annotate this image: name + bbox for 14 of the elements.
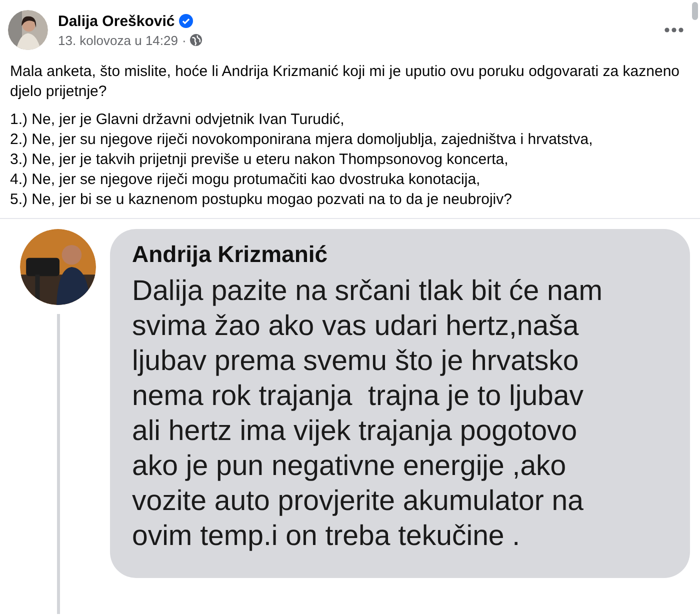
- poll-option-text: 2.) Ne, jer su njegove riječi novokomponirana mjera domoljublja, zajedništva i hrvatstva,: [10, 130, 594, 150]
- globe-icon: [190, 34, 202, 46]
- scrollbar-thumb[interactable]: [692, 2, 698, 20]
- post-timestamp[interactable]: 13. kolovoza u 14:29: [58, 32, 178, 48]
- more-options-icon[interactable]: [664, 27, 684, 33]
- separator: ·: [182, 32, 186, 48]
- comment-text: Dalija pazite na srčani tlak bit će nam svima žao ako vas udari hertz,naša ljubav prema svemu što je hrvatsko nema rok trajanja trajna je to ljubav ali hertz ima vijek trajanja pogotovo ako je pun negativne energije ,ako vozite auto provjerite akumulator na ovim temp.i on treba tekučine .: [132, 274, 604, 554]
- poll-option-text: 3.) Ne, jer je takvih prijetnji previše u eteru nakon Thompsonovog koncerta,: [10, 150, 510, 170]
- poll-option-text: 4.) Ne, jer se njegove riječi mogu protumačiti kao dvostruka konotacija,: [10, 170, 482, 190]
- post-text: Mala anketa, što mislite, hoće li Andrija Krizmanić koji mi je uputio ovu poruku odgovarati za kazneno djelo prijetnje?: [10, 62, 681, 102]
- commenter-name: Andrija Krizmanić: [132, 241, 329, 268]
- author-name[interactable]: Dalija Orešković: [58, 12, 175, 30]
- poll-option-text: 5.) Ne, jer bi se u kaznenom postupku mogao pozvati na to da je neubrojiv?: [10, 190, 513, 210]
- poll-option-text: 1.) Ne, jer je Glavni državni odvjetnik Ivan Turudić,: [10, 110, 346, 130]
